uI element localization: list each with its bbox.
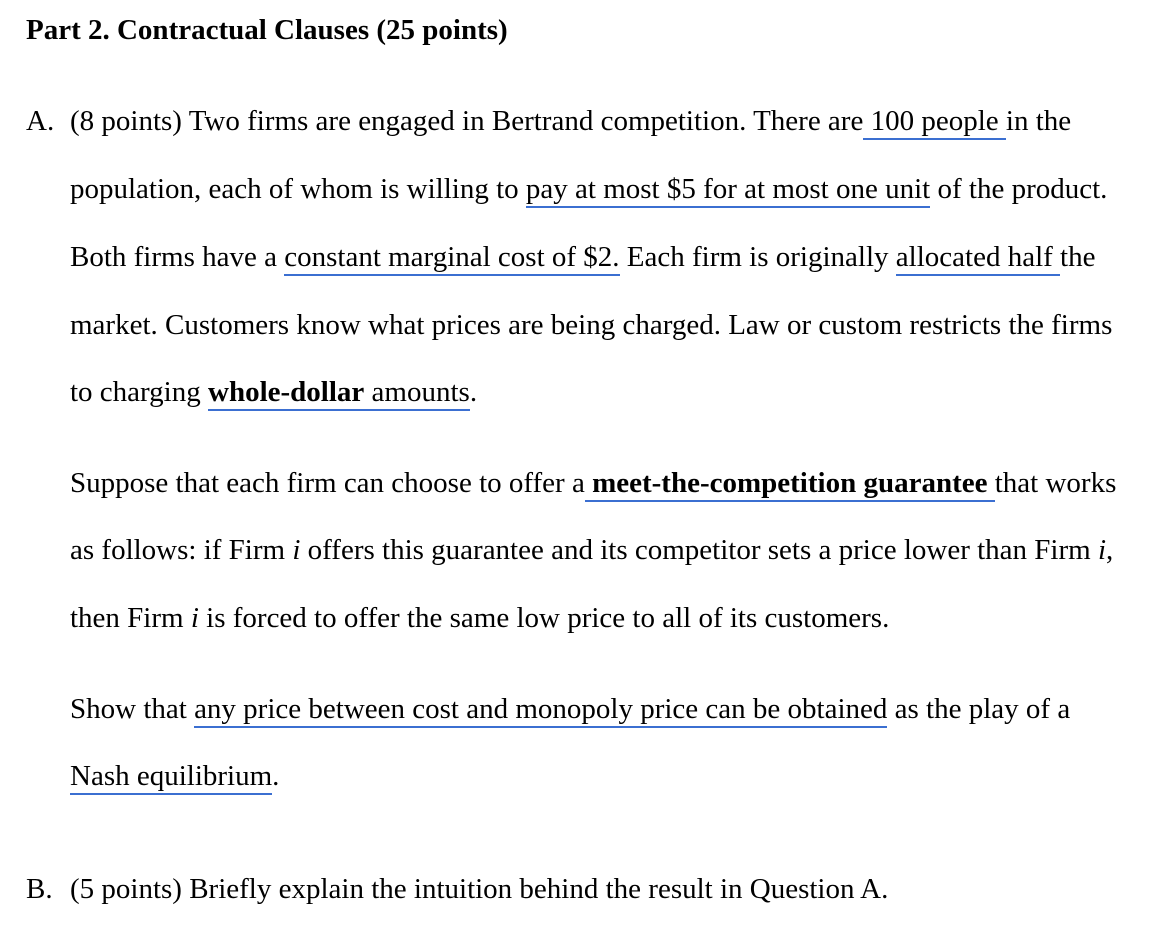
text-span: to charging [70, 376, 208, 408]
underlined-phrase: any price between cost and monopoly pric… [194, 693, 888, 728]
text-span: in the [1005, 105, 1072, 137]
question-b-text: (5 points) Briefly explain the intuition… [70, 873, 889, 905]
question-a-line-3: Both firms have a constant marginal cost… [70, 241, 1096, 276]
document-page: Part 2. Contractual Clauses (25 points) … [0, 0, 1167, 925]
underlined-phrase: 100 people [863, 105, 1006, 140]
italic-var: i [190, 602, 199, 634]
text-span: (8 points) Two firms are engaged in Bert… [70, 105, 864, 137]
underlined-phrase: Nash equilibrium [70, 760, 273, 795]
text-span: then Firm [70, 602, 191, 634]
text-span: Show that [70, 693, 195, 725]
text-span: population, each of whom is willing to [70, 173, 526, 205]
text-span: Each firm is originally [619, 241, 896, 273]
text-span: that works [994, 467, 1117, 499]
italic-var: i [1097, 534, 1107, 566]
question-a-para3-line-2: Nash equilibrium. [70, 760, 280, 795]
text-span: is forced to offer the same low price to… [198, 602, 890, 634]
question-a-para2-line-1: Suppose that each firm can choose to off… [70, 467, 1117, 502]
text-span: amounts [364, 376, 470, 408]
question-a-line-2: population, each of whom is willing to p… [70, 173, 1108, 208]
question-b-marker: B. [26, 873, 53, 905]
text-span: as the play of a [887, 693, 1071, 725]
text-span: offers this guarantee and its competitor… [300, 534, 1098, 566]
underlined-phrase: meet-the-competition guarantee [584, 467, 995, 502]
question-a-para2-line-3: then Firm i is forced to offer the same … [70, 604, 889, 633]
section-heading: Part 2. Contractual Clauses (25 points) [26, 14, 508, 46]
question-a-line-1: (8 points) Two firms are engaged in Bert… [70, 105, 1072, 140]
underlined-phrase: pay at most $5 for at most one unit [525, 173, 931, 208]
text-span: as follows: if Firm [70, 534, 293, 566]
question-a-para2-line-2: as follows: if Firm i offers this guaran… [70, 536, 1113, 565]
text-span: . [272, 760, 280, 792]
question-a-line-4: market. Customers know what prices are b… [70, 309, 1113, 341]
text-span: Suppose that each firm can choose to off… [70, 467, 585, 499]
question-a-line-5: to charging whole-dollar amounts. [70, 376, 478, 411]
bold-term: meet-the-competition guarantee [584, 467, 995, 499]
underlined-phrase: constant marginal cost of $2. [284, 241, 620, 276]
underlined-phrase: allocated half [895, 241, 1061, 276]
text-span: . [469, 376, 478, 408]
question-a-marker: A. [26, 105, 55, 137]
text-span: , [1106, 534, 1114, 566]
question-a-para3-line-1: Show that any price between cost and mon… [70, 693, 1071, 728]
text-span: Both firms have a [70, 241, 285, 273]
text-span: the [1060, 241, 1096, 273]
underlined-phrase: whole-dollar amounts [208, 376, 470, 411]
bold-term: whole-dollar [208, 376, 365, 408]
text-span: of the product. [930, 173, 1108, 205]
